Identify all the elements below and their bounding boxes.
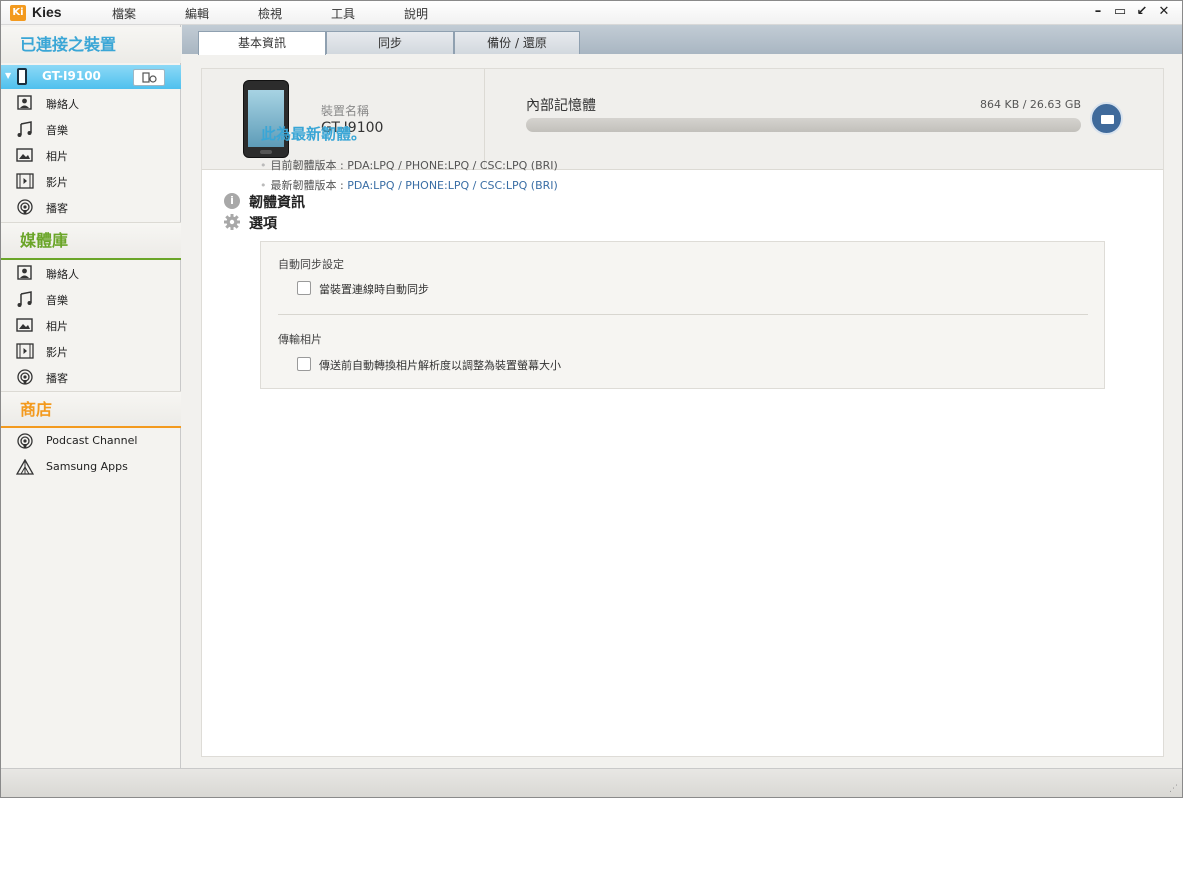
minimize-icon[interactable]: –: [1090, 4, 1106, 19]
music-icon: [17, 291, 32, 307]
tab-backup-restore[interactable]: 備份 / 還原: [454, 31, 580, 54]
auto-sync-header: 自動同步設定: [278, 258, 344, 271]
sidebar: 已連接之裝置 ▼ GT-I9100 聯絡人 音樂 相片 影片 播客 媒體庫 聯絡…: [1, 25, 181, 768]
tab-sync[interactable]: 同步: [326, 31, 454, 54]
basic-info-panel: 裝置名稱 GT-I9100 內部記憶體 864 KB / 26.63 GB i …: [201, 68, 1164, 757]
sidebar-item-samsung-apps[interactable]: Samsung Apps: [1, 454, 177, 480]
menu-view[interactable]: 檢視: [258, 5, 282, 22]
current-firmware-line: • 目前韌體版本 : PDA:LPQ / PHONE:LPQ / CSC:LPQ …: [260, 157, 558, 173]
internal-memory-label: 內部記憶體: [526, 98, 596, 114]
auto-sync-checkbox[interactable]: [297, 281, 311, 295]
kies-window: Ki Kies 檔案 編輯 檢視 工具 說明 – ▭ ↙ ✕ 已連接之裝置 ▼ …: [0, 0, 1183, 798]
podcast-icon: [17, 369, 33, 385]
sidebar-item-device-videos[interactable]: 影片: [1, 168, 177, 194]
options-box: 自動同步設定 當裝置連線時自動同步 傳輸相片 傳送前自動轉換相片解析度以調整為裝…: [260, 241, 1105, 389]
media-library-header: 媒體庫: [1, 222, 181, 258]
tab-basic-info[interactable]: 基本資訊: [198, 31, 326, 55]
current-firmware-label: 目前韌體版本 :: [270, 159, 348, 172]
sidebar-item-label: 聯絡人: [46, 268, 79, 281]
maximize-icon[interactable]: ▭: [1112, 4, 1128, 19]
sidebar-item-label: 播客: [46, 372, 68, 385]
memory-usage-bar: [526, 118, 1081, 132]
sidebar-item-label: 相片: [46, 320, 68, 333]
options-title: 選項: [249, 216, 277, 232]
sidebar-item-device-contacts[interactable]: 聯絡人: [1, 90, 177, 116]
latest-firmware-value: PDA:LPQ / PHONE:LPQ / CSC:LPQ (BRI): [347, 179, 558, 192]
device-item-gt-i9100[interactable]: ▼ GT-I9100: [1, 65, 181, 89]
firmware-info-title: 韌體資訊: [249, 195, 305, 211]
menu-tools[interactable]: 工具: [331, 5, 355, 22]
sidebar-item-library-music[interactable]: 音樂: [1, 286, 177, 312]
sidebar-item-label: 播客: [46, 202, 68, 215]
resize-grip-icon[interactable]: ⋰: [1169, 784, 1179, 794]
sidebar-item-label: 影片: [46, 346, 68, 359]
device-image: [243, 80, 289, 158]
phone-icon: [17, 68, 27, 85]
sidebar-item-library-contacts[interactable]: 聯絡人: [1, 260, 177, 286]
auto-sync-label[interactable]: 當裝置連線時自動同步: [319, 281, 429, 297]
internal-memory-value: 864 KB / 26.63 GB: [979, 98, 1081, 111]
device-sync-icon: [142, 72, 157, 83]
firmware-latest-message: 此為最新韌體。: [261, 125, 367, 143]
latest-firmware-line: • 最新韌體版本 : PDA:LPQ / PHONE:LPQ / CSC:LPQ …: [260, 177, 558, 193]
bullet-icon: •: [260, 179, 267, 192]
card-divider: [484, 69, 485, 170]
sidebar-item-label: Podcast Channel: [46, 434, 138, 447]
sidebar-item-label: 影片: [46, 176, 68, 189]
expand-arrow-icon[interactable]: ▼: [5, 71, 11, 80]
app-name: Kies: [32, 4, 62, 20]
bullet-icon: •: [260, 159, 267, 172]
sidebar-item-podcast-channel[interactable]: Podcast Channel: [1, 428, 177, 454]
sidebar-item-label: 相片: [46, 150, 68, 163]
podcast-icon: [17, 199, 33, 215]
sidebar-item-label: 音樂: [46, 294, 68, 307]
sidebar-item-device-photos[interactable]: 相片: [1, 142, 177, 168]
sidebar-item-device-music[interactable]: 音樂: [1, 116, 177, 142]
menu-help[interactable]: 說明: [404, 5, 428, 22]
photo-icon: [16, 148, 33, 162]
folder-icon: [1101, 115, 1114, 124]
status-bar: ⋰: [1, 768, 1182, 797]
menu-file[interactable]: 檔案: [112, 5, 136, 22]
device-name-label: 裝置名稱: [321, 104, 370, 118]
connected-devices-header: 已連接之裝置: [1, 27, 181, 63]
video-icon: [16, 343, 34, 359]
transfer-photos-header: 傳輸相片: [278, 333, 322, 346]
contact-icon: [17, 265, 32, 280]
sidebar-item-label: Samsung Apps: [46, 460, 128, 473]
apps-icon: [16, 459, 34, 475]
kies-logo-icon: Ki: [10, 5, 26, 21]
podcast-icon: [17, 433, 33, 449]
main-content: 基本資訊 同步 備份 / 還原 裝置名稱 GT-I9100 內部記憶體 864 …: [182, 25, 1182, 768]
current-firmware-value: PDA:LPQ / PHONE:LPQ / CSC:LPQ (BRI): [347, 159, 558, 172]
sidebar-item-library-videos[interactable]: 影片: [1, 338, 177, 364]
title-bar: Ki Kies 檔案 編輯 檢視 工具 說明 – ▭ ↙ ✕: [1, 1, 1182, 25]
restore-mini-icon[interactable]: ↙: [1134, 4, 1150, 19]
device-card: 裝置名稱 GT-I9100 內部記憶體 864 KB / 26.63 GB: [202, 69, 1163, 170]
open-folder-button[interactable]: [1090, 102, 1123, 135]
device-sync-button[interactable]: [133, 69, 165, 86]
sidebar-item-device-podcasts[interactable]: 播客: [1, 194, 177, 220]
device-name: GT-I9100: [42, 69, 101, 83]
music-icon: [17, 121, 32, 137]
transfer-photos-checkbox[interactable]: [297, 357, 311, 371]
sidebar-item-library-photos[interactable]: 相片: [1, 312, 177, 338]
sidebar-item-label: 聯絡人: [46, 98, 79, 111]
menu-edit[interactable]: 編輯: [185, 5, 209, 22]
close-icon[interactable]: ✕: [1156, 4, 1172, 19]
options-divider: [278, 314, 1088, 315]
sidebar-item-library-podcasts[interactable]: 播客: [1, 364, 177, 390]
tab-bar: 基本資訊 同步 備份 / 還原: [182, 25, 1182, 55]
store-header: 商店: [1, 391, 181, 427]
contact-icon: [17, 95, 32, 110]
gear-icon: [224, 214, 240, 230]
transfer-photos-label[interactable]: 傳送前自動轉換相片解析度以調整為裝置螢幕大小: [319, 357, 561, 373]
sidebar-item-label: 音樂: [46, 124, 68, 137]
device-home-button: [260, 150, 272, 154]
video-icon: [16, 173, 34, 189]
latest-firmware-label: 最新韌體版本 :: [270, 179, 348, 192]
photo-icon: [16, 318, 33, 332]
info-icon: i: [224, 193, 240, 209]
